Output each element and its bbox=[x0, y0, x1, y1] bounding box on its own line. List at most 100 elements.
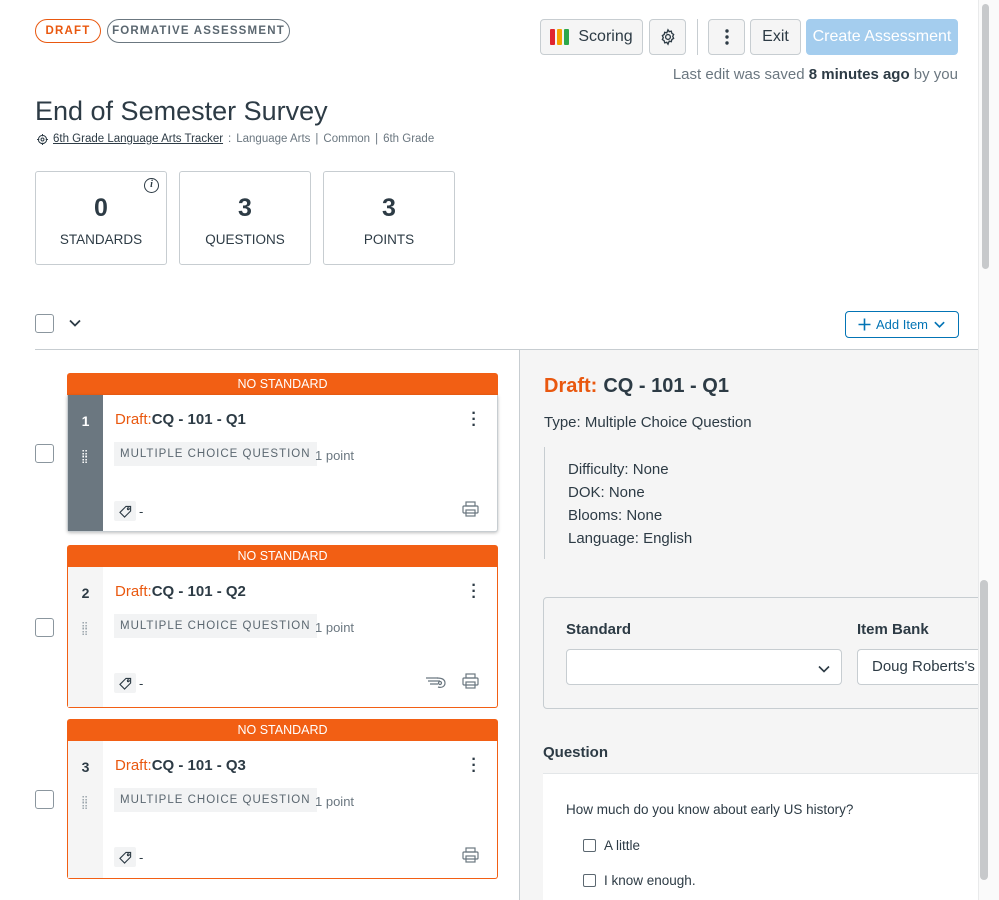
breadcrumb: 6th Grade Language Arts Tracker : Langua… bbox=[37, 133, 434, 145]
drag-handle-icon[interactable]: ⠿ ⠿ bbox=[81, 623, 91, 639]
standard-select[interactable] bbox=[566, 649, 842, 685]
question-menu-icon[interactable]: · · · bbox=[471, 578, 477, 606]
item-bank-label: Item Bank bbox=[857, 621, 929, 638]
crumb-pipe: | bbox=[315, 133, 319, 145]
question-number: 1 bbox=[81, 413, 90, 429]
page-scrollbar-thumb[interactable] bbox=[982, 4, 989, 269]
question-type-badge: MULTIPLE CHOICE QUESTION bbox=[114, 442, 317, 466]
question-card[interactable]: NO STANDARD 2 ⠿ ⠿ Draft:CQ - 101 - Q2 · · ·… bbox=[67, 545, 498, 708]
saved-time: 8 minutes ago bbox=[808, 66, 910, 83]
status-badge: DRAFT bbox=[35, 19, 101, 43]
standard-label: Standard bbox=[566, 621, 632, 638]
drag-handle-icon[interactable]: ⠿ ⠿ bbox=[81, 451, 91, 467]
question-number: 3 bbox=[81, 759, 90, 775]
detail-title: Draft: CQ - 101 - Q1 bbox=[544, 375, 729, 398]
standards-stat: 0 STANDARDS i bbox=[35, 171, 167, 265]
stat-value: 3 bbox=[382, 194, 396, 222]
question-card[interactable]: NO STANDARD 1 ⠿ ⠿ Draft:CQ - 101 - Q1 · · ·… bbox=[67, 373, 498, 532]
scoring-bars-icon bbox=[550, 29, 570, 45]
questions-stat: 3 QUESTIONS bbox=[179, 171, 311, 265]
question-menu-icon[interactable]: · · · bbox=[471, 406, 477, 434]
stat-label: STANDARDS bbox=[59, 232, 143, 247]
question-points: 1 point bbox=[315, 620, 355, 635]
print-icon[interactable] bbox=[462, 501, 479, 517]
question-name: CQ - 101 - Q3 bbox=[151, 757, 246, 774]
question-title[interactable]: Draft:CQ - 101 - Q2 bbox=[115, 583, 246, 600]
more-options-button[interactable] bbox=[708, 19, 745, 55]
question-points: 1 point bbox=[315, 448, 355, 463]
last-saved-status: Last edit was saved 8 minutes ago by you bbox=[673, 66, 958, 83]
saved-prefix: Last edit was saved bbox=[672, 66, 805, 83]
gear-icon bbox=[661, 28, 674, 46]
settings-button[interactable] bbox=[649, 19, 686, 55]
crumb-separator: : bbox=[228, 133, 232, 145]
question-name: CQ - 101 - Q1 bbox=[151, 411, 246, 428]
points-stat: 3 POINTS bbox=[323, 171, 455, 265]
question-card[interactable]: NO STANDARD 3 ⠿ ⠿ Draft:CQ - 101 - Q3 · · ·… bbox=[67, 719, 498, 879]
answer-option[interactable]: A little bbox=[583, 838, 640, 853]
tag-icon[interactable] bbox=[114, 847, 136, 867]
question-menu-icon[interactable]: · · · bbox=[471, 752, 477, 780]
item-bank-field[interactable]: Doug Roberts's bbox=[857, 649, 987, 685]
scoring-label: Scoring bbox=[578, 28, 633, 45]
question-number: 2 bbox=[81, 585, 90, 601]
target-icon bbox=[37, 133, 48, 145]
no-standard-banner: NO STANDARD bbox=[67, 373, 498, 395]
tag-icon[interactable] bbox=[114, 501, 136, 521]
tag-group: - bbox=[114, 847, 143, 867]
question-type-badge: MULTIPLE CHOICE QUESTION bbox=[114, 614, 317, 638]
add-item-label: Add Item bbox=[875, 317, 929, 332]
panel-scrollbar-thumb[interactable] bbox=[980, 580, 988, 880]
tag-icon[interactable] bbox=[114, 673, 136, 693]
question-name: CQ - 101 - Q2 bbox=[151, 583, 246, 600]
difficulty-text: Difficulty: None bbox=[568, 461, 669, 478]
question-checkbox[interactable] bbox=[35, 790, 54, 809]
question-checkbox[interactable] bbox=[35, 444, 54, 463]
print-icon[interactable] bbox=[462, 673, 479, 689]
saved-suffix: by you bbox=[913, 66, 958, 83]
tag-group: - bbox=[114, 501, 143, 521]
no-standard-banner: NO STANDARD bbox=[67, 719, 498, 741]
draft-label: Draft: bbox=[544, 375, 598, 397]
scoring-button[interactable]: Scoring bbox=[540, 19, 643, 55]
option-checkbox[interactable] bbox=[583, 874, 596, 887]
tag-group: - bbox=[114, 673, 143, 693]
question-points: 1 point bbox=[315, 794, 355, 809]
create-assessment-button[interactable]: Create Assessment bbox=[806, 19, 958, 55]
draft-label: Draft: bbox=[115, 757, 152, 774]
tag-value: - bbox=[139, 675, 144, 691]
tracker-link[interactable]: 6th Grade Language Arts Tracker bbox=[53, 133, 223, 145]
stat-label: QUESTIONS bbox=[205, 232, 285, 247]
option-label: I know enough. bbox=[604, 873, 696, 888]
panel-divider bbox=[519, 349, 520, 900]
crumb-category: Common bbox=[323, 133, 371, 145]
option-checkbox[interactable] bbox=[583, 839, 596, 852]
crumb-subject: Language Arts bbox=[236, 133, 311, 145]
crumb-pipe: | bbox=[375, 133, 379, 145]
dok-text: DOK: None bbox=[568, 484, 645, 501]
info-icon[interactable]: i bbox=[144, 178, 159, 193]
drag-handle-icon[interactable]: ⠿ ⠿ bbox=[81, 797, 91, 813]
blooms-text: Blooms: None bbox=[568, 507, 663, 524]
question-checkbox[interactable] bbox=[35, 618, 54, 637]
print-icon[interactable] bbox=[462, 847, 479, 863]
tag-value: - bbox=[139, 503, 144, 519]
select-all-checkbox[interactable] bbox=[35, 314, 54, 333]
exit-button[interactable]: Exit bbox=[750, 19, 801, 55]
draft-label: Draft: bbox=[115, 411, 152, 428]
detail-name: CQ - 101 - Q1 bbox=[603, 375, 729, 397]
accommodation-hand-icon[interactable] bbox=[425, 675, 447, 689]
stat-value: 3 bbox=[238, 194, 252, 222]
question-type-badge: MULTIPLE CHOICE QUESTION bbox=[114, 788, 317, 812]
chevron-down-icon[interactable] bbox=[68, 316, 82, 330]
question-title[interactable]: Draft:CQ - 101 - Q1 bbox=[115, 411, 246, 428]
answer-option[interactable]: I know enough. bbox=[583, 873, 696, 888]
add-item-button[interactable]: Add Item bbox=[845, 311, 959, 338]
plus-icon bbox=[858, 318, 871, 331]
chevron-down-icon bbox=[818, 665, 830, 673]
option-label: A little bbox=[604, 838, 641, 853]
question-text: How much do you know about early US hist… bbox=[566, 802, 854, 817]
stat-label: POINTS bbox=[363, 232, 415, 247]
chevron-down-icon bbox=[934, 321, 945, 329]
question-title[interactable]: Draft:CQ - 101 - Q3 bbox=[115, 757, 246, 774]
